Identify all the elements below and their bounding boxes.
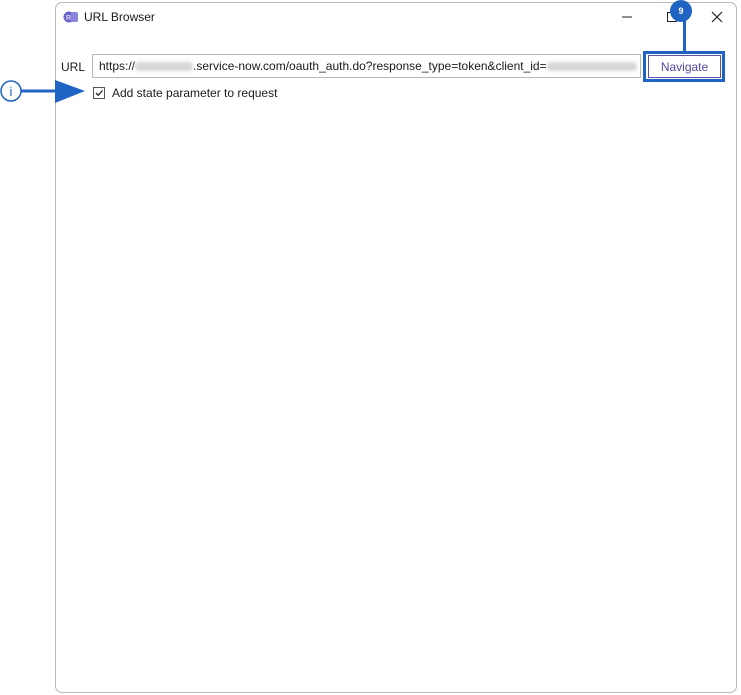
minimize-button[interactable] <box>612 6 642 28</box>
step-badge: 9 <box>670 0 692 22</box>
close-icon <box>711 11 723 23</box>
window-title: URL Browser <box>84 10 155 24</box>
app-icon: R <box>63 11 78 23</box>
url-label: URL <box>61 60 86 74</box>
redacted-instance <box>135 62 194 72</box>
svg-text:R: R <box>66 15 71 22</box>
arrow-icon <box>55 80 85 103</box>
url-input[interactable]: https:// .service-now.com/oauth_auth.do?r… <box>92 54 641 78</box>
redacted-client-id <box>546 62 637 72</box>
url-middle: .service-now.com/oauth_auth.do?response_… <box>193 59 547 73</box>
info-callout: i <box>0 80 85 103</box>
checkmark-icon <box>95 90 103 97</box>
minimize-icon <box>622 16 632 18</box>
highlight-box <box>643 51 725 82</box>
url-browser-window <box>55 2 737 693</box>
close-button[interactable] <box>702 6 732 28</box>
url-prefix: https:// <box>99 59 136 73</box>
state-parameter-label: Add state parameter to request <box>112 86 278 100</box>
info-letter: i <box>10 84 13 99</box>
callout-line <box>683 20 686 52</box>
state-parameter-checkbox[interactable] <box>93 87 105 99</box>
